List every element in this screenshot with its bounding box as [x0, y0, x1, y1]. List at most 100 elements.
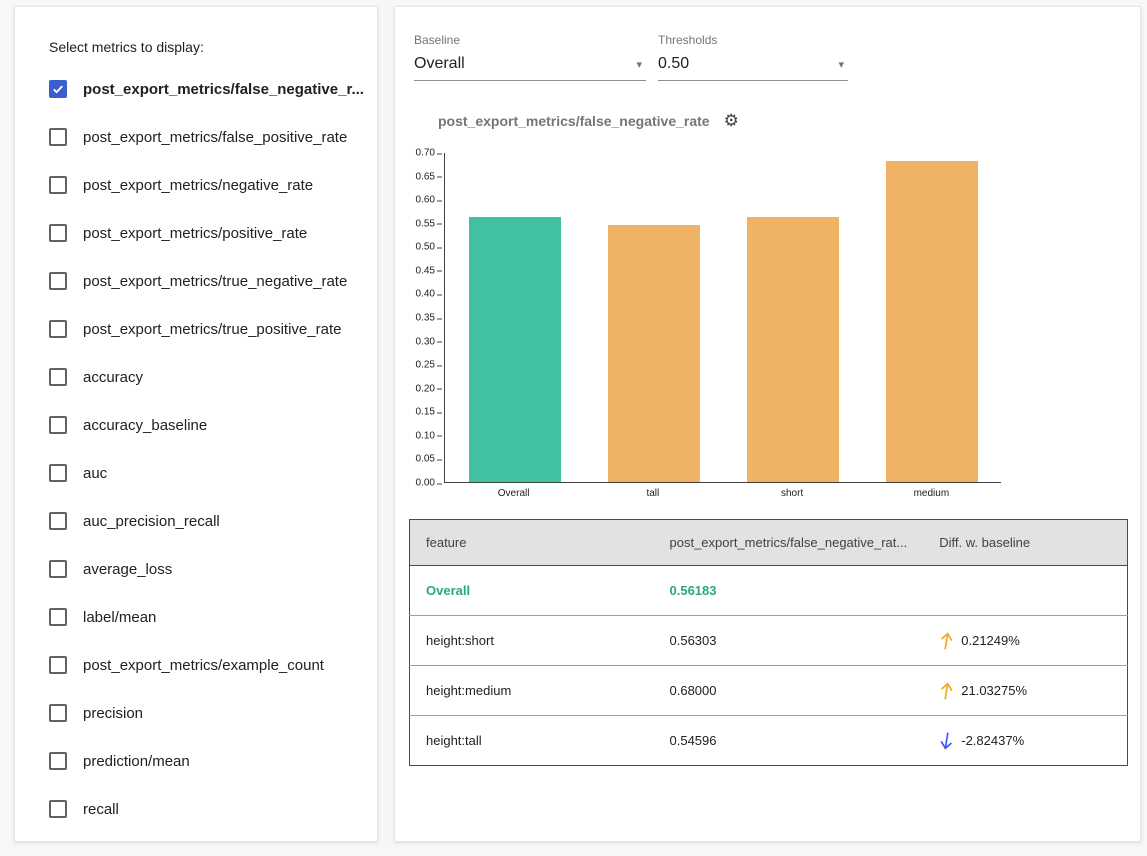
- metric-checkbox-item[interactable]: recall: [49, 785, 377, 833]
- up-arrow-icon: [939, 631, 954, 651]
- y-axis-tick-label: 0.20: [416, 383, 435, 394]
- metric-checkbox-item[interactable]: auc: [49, 449, 377, 497]
- metric-checkbox-item[interactable]: auc_precision_recall: [49, 497, 377, 545]
- chart-bar[interactable]: [608, 225, 700, 482]
- feature-cell: height:medium: [410, 666, 654, 716]
- diff-value: -2.82437%: [961, 733, 1024, 748]
- thresholds-selected-value: 0.50: [658, 55, 689, 73]
- metric-label: auc_precision_recall: [83, 513, 220, 530]
- feature-cell: height:tall: [410, 716, 654, 766]
- y-axis-tick-label: 0.65: [416, 171, 435, 182]
- checkbox-unchecked-icon: [49, 176, 67, 194]
- metric-label: post_export_metrics/true_positive_rate: [83, 321, 341, 338]
- metric-label: post_export_metrics/false_negative_r...: [83, 81, 364, 98]
- chart-bar[interactable]: [747, 217, 839, 482]
- checkbox-unchecked-icon: [49, 608, 67, 626]
- y-axis-tick-label: 0.70: [416, 148, 435, 159]
- diff-cell: -2.82437%: [923, 716, 1127, 766]
- metric-checkbox-item[interactable]: post_export_metrics/true_positive_rate: [49, 305, 377, 353]
- metric-label: post_export_metrics/true_negative_rate: [83, 273, 347, 290]
- checkbox-unchecked-icon: [49, 752, 67, 770]
- dropdown-arrow-icon: ▾: [838, 58, 844, 71]
- controls-bar: Baseline Overall ▾ Thresholds 0.50 ▾: [395, 7, 1140, 81]
- metric-checkbox-item[interactable]: post_export_metrics/true_negative_rate: [49, 257, 377, 305]
- table-row[interactable]: height:medium0.68000 21.03275%: [410, 666, 1128, 716]
- metric-checkbox-item[interactable]: label/mean: [49, 593, 377, 641]
- metric-checkbox-item[interactable]: post_export_metrics/false_negative_r...: [49, 65, 377, 113]
- checkbox-unchecked-icon: [49, 560, 67, 578]
- x-axis-label: tall: [583, 488, 722, 499]
- checkbox-unchecked-icon: [49, 656, 67, 674]
- metric-selector-panel: Select metrics to display: post_export_m…: [14, 6, 378, 842]
- checkbox-unchecked-icon: [49, 368, 67, 386]
- metric-checkbox-item[interactable]: post_export_metrics/example_count: [49, 641, 377, 689]
- thresholds-label: Thresholds: [658, 33, 848, 47]
- checkbox-unchecked-icon: [49, 704, 67, 722]
- metric-checkbox-item[interactable]: accuracy: [49, 353, 377, 401]
- checkbox-unchecked-icon: [49, 128, 67, 146]
- bar-chart: 0.700.650.600.550.500.450.400.350.300.25…: [395, 153, 1140, 483]
- baseline-selected-value: Overall: [414, 55, 465, 73]
- metric-label: post_export_metrics/positive_rate: [83, 225, 307, 242]
- dropdown-arrow-icon: ▾: [636, 58, 642, 71]
- metric-label: average_loss: [83, 561, 172, 578]
- metric-label: post_export_metrics/negative_rate: [83, 177, 313, 194]
- y-axis-tick-label: 0.30: [416, 336, 435, 347]
- thresholds-dropdown[interactable]: 0.50 ▾: [658, 55, 848, 81]
- table-row[interactable]: height:tall0.54596 -2.82437%: [410, 716, 1128, 766]
- baseline-control: Baseline Overall ▾: [414, 33, 646, 81]
- metric-checkbox-item[interactable]: prediction/mean: [49, 737, 377, 785]
- metric-label: prediction/mean: [83, 753, 190, 770]
- diff-column-header: Diff. w. baseline: [923, 520, 1127, 566]
- chart-bar[interactable]: [886, 161, 978, 482]
- metric-checkbox-item[interactable]: precision: [49, 689, 377, 737]
- diff-cell: 21.03275%: [923, 666, 1127, 716]
- bar-slot: [862, 153, 1001, 482]
- x-axis-label: short: [723, 488, 862, 499]
- metric-checkbox-item[interactable]: accuracy_baseline: [49, 401, 377, 449]
- diff-cell: 0.21249%: [923, 616, 1127, 666]
- fairness-indicators-app: Select metrics to display: post_export_m…: [0, 0, 1147, 856]
- diff-indicator: 21.03275%: [939, 681, 1111, 701]
- bar-slot: [723, 153, 862, 482]
- y-axis-tick-label: 0.05: [416, 454, 435, 465]
- metric-value-cell: 0.54596: [654, 716, 924, 766]
- table-row[interactable]: Overall0.56183: [410, 566, 1128, 616]
- checkbox-unchecked-icon: [49, 416, 67, 434]
- y-axis-tick-label: 0.55: [416, 218, 435, 229]
- chart-bar[interactable]: [469, 217, 561, 482]
- table-header-row: feature post_export_metrics/false_negati…: [410, 520, 1128, 566]
- diff-indicator: 0.21249%: [939, 631, 1111, 651]
- metrics-display-panel: Baseline Overall ▾ Thresholds 0.50 ▾ pos…: [394, 6, 1141, 842]
- metric-label: auc: [83, 465, 107, 482]
- metric-label: recall: [83, 801, 119, 818]
- metric-checkbox-item[interactable]: average_loss: [49, 545, 377, 593]
- baseline-label: Baseline: [414, 33, 646, 47]
- metric-label: accuracy_baseline: [83, 417, 207, 434]
- metric-value-cell: 0.68000: [654, 666, 924, 716]
- y-axis-tick-label: 0.15: [416, 407, 435, 418]
- diff-cell: [923, 566, 1127, 616]
- checkbox-checked-icon: [49, 80, 67, 98]
- feature-column-header: feature: [410, 520, 654, 566]
- metric-checkbox-item[interactable]: post_export_metrics/negative_rate: [49, 161, 377, 209]
- y-axis-tick-label: 0.35: [416, 313, 435, 324]
- bar-slot: [584, 153, 723, 482]
- checkbox-unchecked-icon: [49, 272, 67, 290]
- chart-y-axis: 0.700.650.600.550.500.450.400.350.300.25…: [395, 153, 444, 483]
- metric-checkbox-item[interactable]: post_export_metrics/positive_rate: [49, 209, 377, 257]
- settings-gear-icon[interactable]: ⚙: [724, 111, 739, 131]
- x-axis-label: medium: [862, 488, 1001, 499]
- y-axis-tick-label: 0.50: [416, 242, 435, 253]
- table-row[interactable]: height:short0.563030.21249%: [410, 616, 1128, 666]
- metric-label: precision: [83, 705, 143, 722]
- down-arrow-icon: [939, 731, 954, 751]
- y-axis-tick-label: 0.40: [416, 289, 435, 300]
- y-axis-tick-label: 0.45: [416, 265, 435, 276]
- baseline-dropdown[interactable]: Overall ▾: [414, 55, 646, 81]
- chart-plot-area: [444, 153, 1001, 483]
- bar-slot: [445, 153, 584, 482]
- y-axis-tick-label: 0.60: [416, 195, 435, 206]
- chart-title: post_export_metrics/false_negative_rate: [438, 113, 710, 129]
- metric-checkbox-item[interactable]: post_export_metrics/false_positive_rate: [49, 113, 377, 161]
